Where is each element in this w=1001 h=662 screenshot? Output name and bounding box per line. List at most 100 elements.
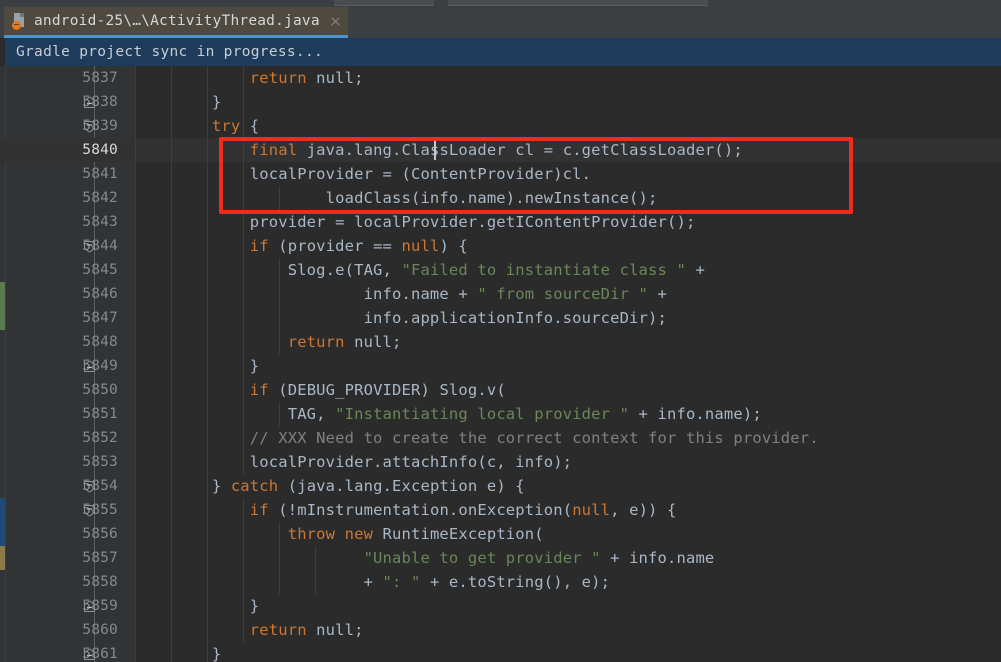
code-text[interactable]: if (DEBUG_PROVIDER) Slog.v(: [136, 378, 506, 402]
code-text[interactable]: if (!mInstrumentation.onException(null, …: [136, 498, 677, 522]
code-line-row[interactable]: 5852 // XXX Need to create the correct c…: [0, 426, 1001, 450]
fold-end-icon[interactable]: [83, 96, 96, 109]
code-token: null;: [306, 69, 364, 87]
code-token: (java.lang.Exception e) {: [278, 477, 525, 495]
code-text[interactable]: return null;: [136, 66, 364, 90]
code-line-row[interactable]: 5853 localProvider.attachInfo(c, info);: [0, 450, 1001, 474]
fold-end-icon[interactable]: [83, 360, 96, 373]
code-text[interactable]: if (provider == null) {: [136, 234, 468, 258]
code-token: " from sourceDir ": [477, 285, 649, 303]
code-text[interactable]: info.applicationInfo.sourceDir);: [136, 306, 667, 330]
line-number: 5843: [82, 214, 118, 230]
fold-collapse-icon[interactable]: [83, 480, 96, 493]
code-token: if: [249, 381, 269, 399]
toolbar-strip: [0, 0, 1001, 7]
code-token: info.name +: [136, 285, 478, 303]
code-line-row[interactable]: 5837 return null;: [0, 66, 1001, 90]
code-line-row[interactable]: 5842 loadClass(info.name).newInstance();: [0, 186, 1001, 210]
code-text[interactable]: return null;: [136, 618, 364, 642]
code-line-row[interactable]: 5860 return null;: [0, 618, 1001, 642]
fold-collapse-icon[interactable]: [83, 504, 96, 517]
code-token: catch: [230, 477, 279, 495]
code-token: return: [249, 69, 307, 87]
code-text[interactable]: TAG, "Instantiating local provider " + i…: [136, 402, 762, 426]
code-line-row[interactable]: 5855 if (!mInstrumentation.onException(n…: [0, 498, 1001, 522]
code-line-row[interactable]: 5839 try {: [0, 114, 1001, 138]
code-line-row[interactable]: 5859 }: [0, 594, 1001, 618]
code-token: RuntimeException(: [373, 525, 544, 543]
fold-collapse-icon[interactable]: [83, 120, 96, 133]
code-line-row[interactable]: 5844 if (provider == null) {: [0, 234, 1001, 258]
code-token: null: [401, 237, 440, 255]
code-line-row[interactable]: 5848 return null;: [0, 330, 1001, 354]
line-number: 5858: [82, 574, 118, 590]
editor-tab-activitythread[interactable]: android-25\…\ActivityThread.java: [4, 7, 348, 35]
code-line-row[interactable]: 5845 Slog.e(TAG, "Failed to instantiate …: [0, 258, 1001, 282]
code-token: +: [648, 285, 668, 303]
code-text[interactable]: }: [136, 90, 221, 114]
code-text[interactable]: }: [136, 354, 259, 378]
code-text[interactable]: info.name + " from sourceDir " +: [136, 282, 667, 306]
fold-end-icon[interactable]: [83, 600, 96, 613]
banner-left-edge: [0, 38, 5, 66]
line-number: 5844: [82, 238, 118, 254]
code-text[interactable]: return null;: [136, 330, 402, 354]
fold-collapse-icon[interactable]: [83, 240, 96, 253]
code-token: null;: [344, 333, 402, 351]
close-icon[interactable]: [329, 15, 342, 28]
ide-window: android-25\…\ActivityThread.java Gradle …: [0, 0, 1001, 662]
code-text[interactable]: }: [136, 594, 259, 618]
code-line-row[interactable]: 5861 }: [0, 642, 1001, 662]
code-editor[interactable]: 5837 return null; 5838 } 5839 try {5840 fi…: [0, 66, 1001, 662]
code-token: java.lang.ClassLoader cl = c.getClassLoa…: [297, 141, 743, 159]
code-token: }: [136, 597, 260, 615]
code-text[interactable]: }: [136, 642, 221, 662]
indent-guide: [243, 90, 245, 114]
code-text[interactable]: // XXX Need to create the correct contex…: [136, 426, 819, 450]
code-text[interactable]: "Unable to get provider " + info.name: [136, 546, 715, 570]
code-text[interactable]: provider = localProvider.getIContentProv…: [136, 210, 696, 234]
code-text[interactable]: } catch (java.lang.Exception e) {: [136, 474, 525, 498]
code-text[interactable]: try {: [136, 114, 259, 138]
code-line-row[interactable]: 5857 "Unable to get provider " + info.na…: [0, 546, 1001, 570]
code-line-row[interactable]: 5841 localProvider = (ContentProvider)cl…: [0, 162, 1001, 186]
code-text[interactable]: localProvider.attachInfo(c, info);: [136, 450, 572, 474]
code-line-row[interactable]: 5851 TAG, "Instantiating local provider …: [0, 402, 1001, 426]
code-token: TAG,: [136, 405, 336, 423]
code-text[interactable]: throw new RuntimeException(: [136, 522, 544, 546]
code-token: localProvider.attachInfo(c, info);: [136, 453, 573, 471]
java-file-icon: [12, 12, 27, 30]
code-line-row[interactable]: 5856 throw new RuntimeException(: [0, 522, 1001, 546]
code-line-row[interactable]: 5849 }: [0, 354, 1001, 378]
code-token: }: [136, 357, 260, 375]
code-text[interactable]: localProvider = (ContentProvider)cl.: [136, 162, 591, 186]
code-line-row[interactable]: 5840 final java.lang.ClassLoader cl = c.…: [0, 138, 1001, 162]
code-line-row[interactable]: 5847 info.applicationInfo.sourceDir);: [0, 306, 1001, 330]
code-token: final: [249, 141, 298, 159]
code-text[interactable]: final java.lang.ClassLoader cl = c.getCl…: [136, 138, 743, 162]
code-line-row[interactable]: 5858 + ": " + e.toString(), e);: [0, 570, 1001, 594]
code-text[interactable]: + ": " + e.toString(), e);: [136, 570, 610, 594]
toolbar-widget-partial-1: [334, 0, 434, 6]
fold-end-icon[interactable]: [83, 648, 96, 661]
text-caret: [433, 141, 436, 160]
line-number: 5855: [82, 502, 118, 518]
code-line-row[interactable]: 5843 provider = localProvider.getIConten…: [0, 210, 1001, 234]
code-line-row[interactable]: 5846 info.name + " from sourceDir " +: [0, 282, 1001, 306]
code-line-row[interactable]: 5838 }: [0, 90, 1001, 114]
code-token: +: [136, 573, 383, 591]
code-text[interactable]: loadClass(info.name).newInstance();: [136, 186, 658, 210]
line-number: 5840: [82, 142, 118, 158]
line-number: 5857: [82, 550, 118, 566]
code-text[interactable]: Slog.e(TAG, "Failed to instantiate class…: [136, 258, 705, 282]
code-line-row[interactable]: 5854 } catch (java.lang.Exception e) {: [0, 474, 1001, 498]
code-line-row[interactable]: 5850 if (DEBUG_PROVIDER) Slog.v(: [0, 378, 1001, 402]
